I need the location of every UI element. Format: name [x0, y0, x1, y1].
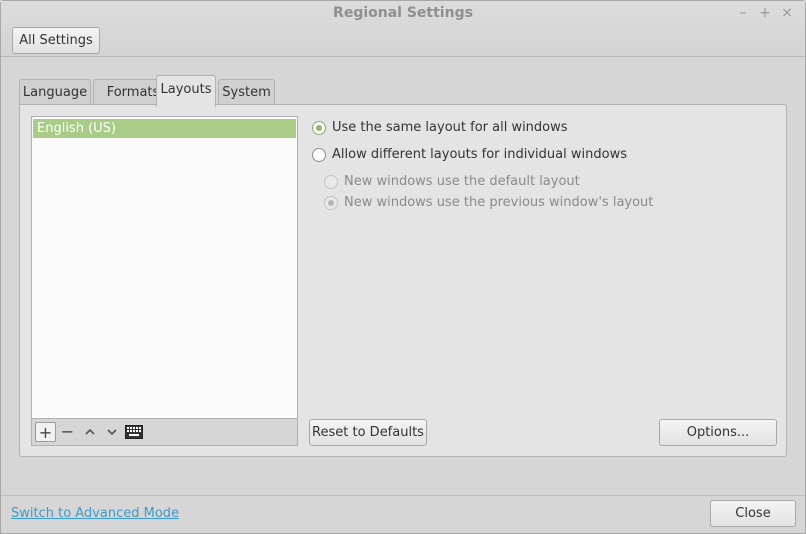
keyboard-layout-button[interactable] — [123, 422, 144, 442]
all-settings-button[interactable]: All Settings — [12, 27, 100, 54]
tab-language[interactable]: Language — [19, 79, 91, 106]
advanced-mode-link[interactable]: Switch to Advanced Mode — [11, 506, 179, 521]
minus-icon: − — [60, 422, 75, 441]
keyboard-icon — [124, 425, 143, 439]
regional-settings-window: Regional Settings – + × All Settings Lan… — [0, 0, 806, 534]
tab-system[interactable]: System — [218, 79, 275, 106]
reset-to-defaults-button[interactable]: Reset to Defaults — [309, 419, 427, 446]
move-down-button[interactable] — [101, 422, 122, 442]
previous-layout-label: New windows use the previous window's la… — [344, 195, 654, 210]
layout-list-toolbar: + − — [32, 418, 297, 445]
options-button[interactable]: Options... — [659, 419, 777, 446]
default-layout-label: New windows use the default layout — [344, 174, 580, 189]
different-layouts-radio[interactable] — [312, 148, 326, 162]
tab-layouts[interactable]: Layouts — [156, 75, 216, 107]
layouts-panel: English (US) + − Use the same layout for… — [19, 104, 787, 457]
same-layout-label: Use the same layout for all windows — [332, 120, 568, 135]
previous-layout-radio — [324, 196, 338, 210]
different-layouts-label: Allow different layouts for individual w… — [332, 147, 627, 162]
close-window-button[interactable]: × — [779, 5, 795, 21]
chevron-down-icon — [106, 429, 117, 436]
maximize-button[interactable]: + — [757, 5, 773, 21]
window-title: Regional Settings — [333, 5, 473, 21]
list-item[interactable]: English (US) — [33, 119, 296, 138]
layout-list: English (US) + − — [31, 116, 298, 446]
title-bar[interactable]: Regional Settings – + × All Settings — [1, 1, 805, 57]
footer-divider — [1, 495, 805, 496]
minimize-button[interactable]: – — [735, 5, 751, 21]
add-layout-button[interactable]: + — [35, 422, 56, 442]
plus-icon: + — [38, 423, 53, 442]
same-layout-radio[interactable] — [312, 121, 326, 135]
default-layout-radio — [324, 175, 338, 189]
chevron-up-icon — [84, 428, 95, 435]
close-button[interactable]: Close — [710, 500, 796, 527]
move-up-button[interactable] — [79, 422, 100, 442]
remove-layout-button[interactable]: − — [57, 422, 78, 442]
